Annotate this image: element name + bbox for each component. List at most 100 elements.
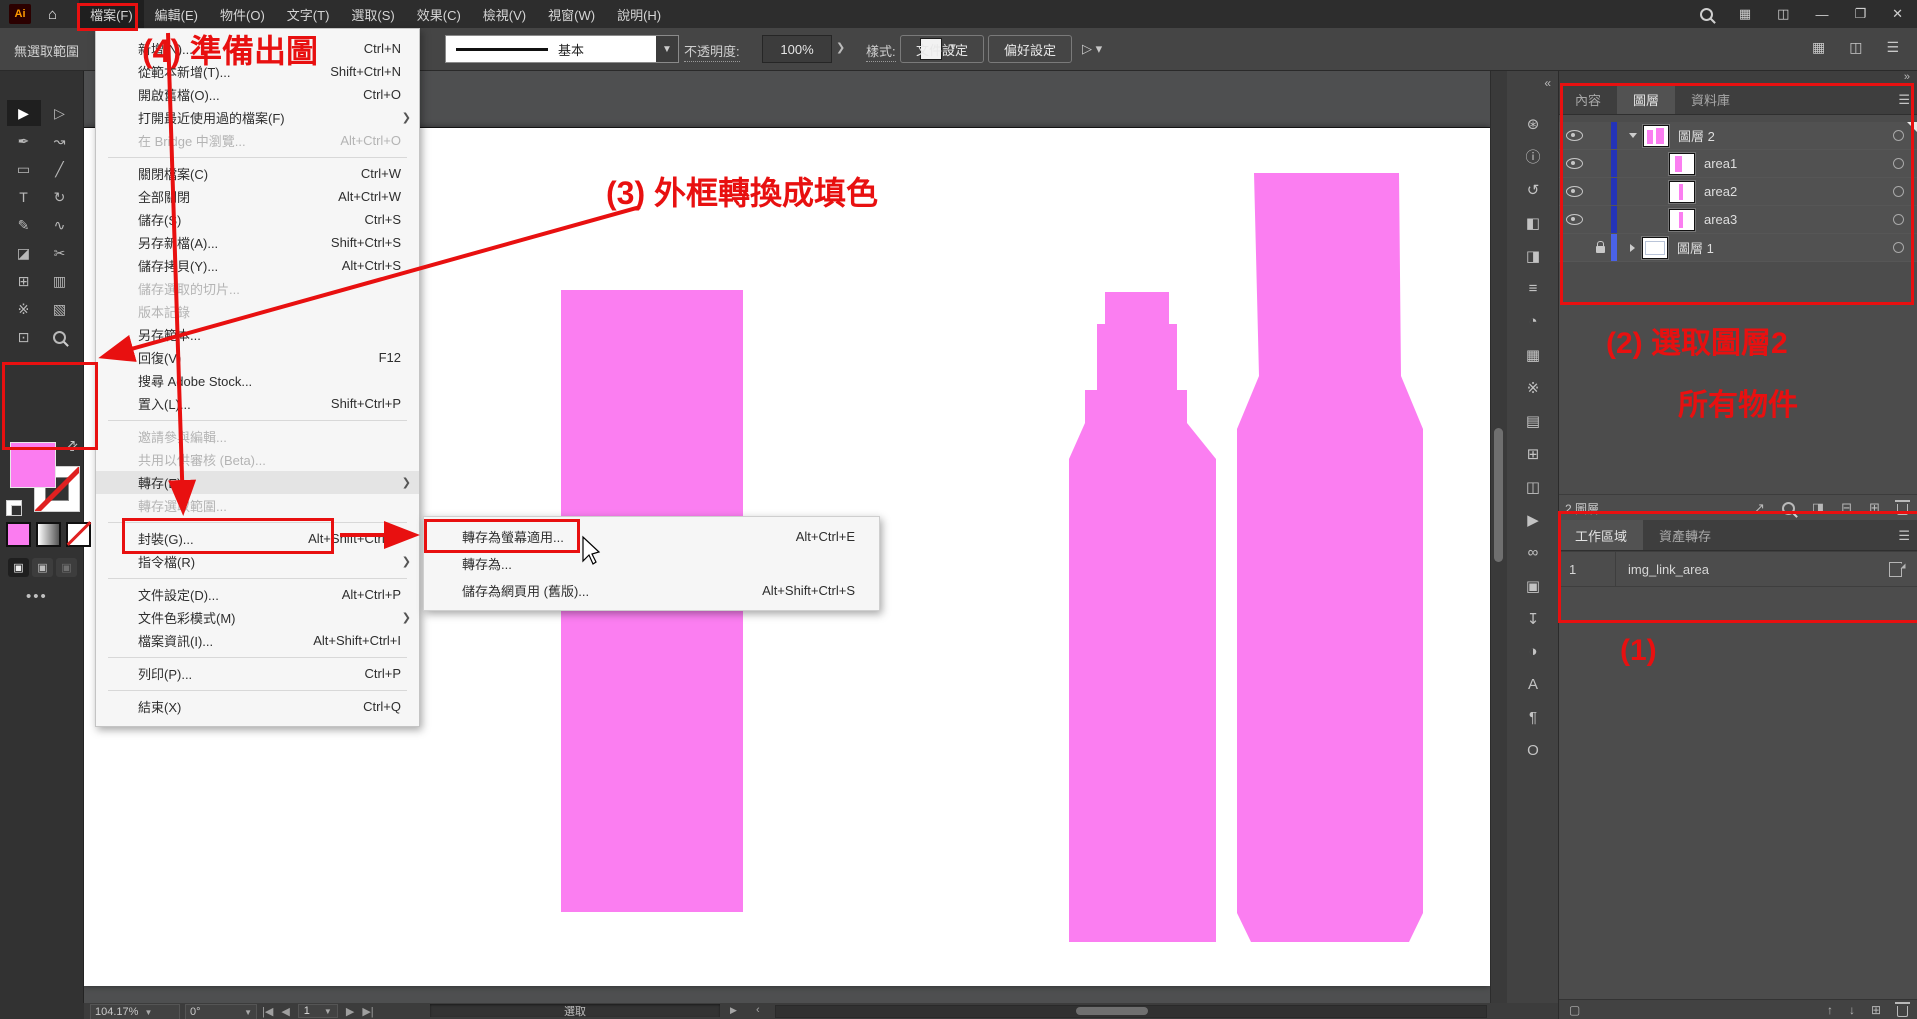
scroll-left-icon[interactable]: ‹ bbox=[756, 1004, 760, 1016]
symbols-icon[interactable]: ※ bbox=[1516, 378, 1550, 397]
layer-thumbnail[interactable] bbox=[1642, 237, 1668, 259]
layer-thumbnail[interactable] bbox=[1669, 181, 1695, 203]
play-icon[interactable]: ▶ bbox=[730, 1005, 737, 1016]
default-fill-stroke-icon[interactable] bbox=[6, 500, 22, 516]
file-menu-item[interactable]: 儲存拷貝(Y)...Alt+Ctrl+S bbox=[96, 254, 419, 277]
asset-export-icon[interactable]: ↧ bbox=[1516, 609, 1550, 628]
color-button[interactable] bbox=[6, 522, 31, 547]
none-button[interactable] bbox=[66, 522, 91, 547]
chevron-right-icon[interactable] bbox=[1630, 244, 1635, 252]
vertical-scrollbar-thumb[interactable] bbox=[1494, 428, 1503, 562]
menubar-item[interactable]: 選取(S) bbox=[340, 0, 405, 28]
pathfinder-icon[interactable]: ◫ bbox=[1516, 477, 1550, 496]
first-artboard-icon[interactable]: |◀ bbox=[262, 1005, 273, 1018]
menubar-item[interactable]: 視窗(W) bbox=[537, 0, 606, 28]
transform-icon[interactable]: ⊞ bbox=[1516, 444, 1550, 463]
file-menu-item[interactable]: 封裝(G)...Alt+Shift+Ctrl+P bbox=[96, 527, 419, 550]
delete-layer-icon[interactable] bbox=[1897, 504, 1908, 515]
eraser-tool[interactable]: ◪ bbox=[7, 240, 41, 266]
opacity-input[interactable]: 100% bbox=[762, 35, 832, 63]
zoom-tool[interactable] bbox=[43, 324, 77, 350]
file-menu-item[interactable]: 另存範本... bbox=[96, 323, 419, 346]
layer-row[interactable]: area2 bbox=[1559, 178, 1917, 206]
layer-thumbnail[interactable] bbox=[1643, 125, 1669, 147]
color-icon[interactable]: ◧ bbox=[1516, 213, 1550, 232]
menubar-item[interactable]: 檢視(V) bbox=[472, 0, 537, 28]
file-menu-item[interactable]: 儲存(S)Ctrl+S bbox=[96, 208, 419, 231]
align-icon[interactable]: ▤ bbox=[1516, 411, 1550, 430]
close-icon[interactable]: ✕ bbox=[1892, 6, 1903, 22]
rotation-dropdown[interactable]: 0°▼ bbox=[185, 1004, 257, 1019]
rotate-tool[interactable]: ↻ bbox=[43, 184, 77, 210]
artboard-name[interactable]: img_link_area bbox=[1628, 562, 1889, 577]
menubar-item[interactable]: 效果(C) bbox=[406, 0, 472, 28]
collapse-icon[interactable]: « bbox=[1544, 76, 1551, 90]
new-sublayer-icon[interactable]: ⊟ bbox=[1841, 500, 1852, 516]
tab-資料庫[interactable]: 資料庫 bbox=[1675, 84, 1746, 114]
layer-name[interactable]: 圖層 2 bbox=[1678, 126, 1893, 145]
layout-icon[interactable]: ◫ bbox=[1849, 39, 1862, 56]
file-menu-item[interactable]: 全部關閉Alt+Ctrl+W bbox=[96, 185, 419, 208]
file-menu-item[interactable]: 結束(X)Ctrl+Q bbox=[96, 695, 419, 718]
layer-row[interactable]: area3 bbox=[1559, 206, 1917, 234]
search-icon[interactable] bbox=[1700, 8, 1713, 21]
opacity-label[interactable]: 不透明度: bbox=[684, 41, 740, 62]
fit-icon[interactable]: ▢ bbox=[1569, 1003, 1580, 1017]
file-menu-item[interactable]: 置入(L)...Shift+Ctrl+P bbox=[96, 392, 419, 415]
layer-name[interactable]: area1 bbox=[1704, 156, 1893, 171]
home-icon[interactable]: ⌂ bbox=[48, 6, 57, 23]
next-artboard-icon[interactable]: ▶ bbox=[346, 1005, 354, 1018]
document-setup-button[interactable]: 文件設定 bbox=[900, 35, 984, 63]
swap-fill-stroke-icon[interactable]: ⇄ bbox=[63, 436, 82, 455]
visibility-eye-icon[interactable] bbox=[1566, 214, 1583, 225]
target-circle-icon[interactable] bbox=[1893, 130, 1904, 141]
layer-row[interactable]: area1 bbox=[1559, 150, 1917, 178]
horizontal-scrollbar-thumb[interactable] bbox=[1076, 1007, 1148, 1015]
artboard-tool[interactable]: ⊡ bbox=[7, 324, 41, 350]
file-menu-item[interactable]: 文件色彩模式(M)❯ bbox=[96, 606, 419, 629]
actions-icon[interactable]: ▶ bbox=[1516, 510, 1550, 529]
tab-資產轉存[interactable]: 資產轉存 bbox=[1643, 520, 1727, 550]
target-circle-icon[interactable] bbox=[1893, 214, 1904, 225]
info-icon[interactable]: ⓘ bbox=[1516, 147, 1550, 166]
collect-for-export-icon[interactable]: ↗ bbox=[1754, 500, 1765, 516]
new-layer-icon[interactable]: ⊞ bbox=[1869, 500, 1880, 516]
new-artboard-icon[interactable]: ⊞ bbox=[1871, 1003, 1881, 1017]
style-label[interactable]: 樣式: bbox=[866, 41, 896, 62]
restore-icon[interactable]: ❐ bbox=[1854, 6, 1866, 22]
target-circle-icon[interactable] bbox=[1893, 158, 1904, 169]
layer-row[interactable]: 圖層 1 bbox=[1559, 234, 1917, 262]
file-menu-item[interactable]: 檔案資訊(I)...Alt+Shift+Ctrl+I bbox=[96, 629, 419, 652]
file-menu-item[interactable]: 列印(P)...Ctrl+P bbox=[96, 662, 419, 685]
artboards-icon[interactable]: ▣ bbox=[1516, 576, 1550, 595]
file-menu-item[interactable]: 搜尋 Adobe Stock... bbox=[96, 369, 419, 392]
minimize-icon[interactable]: — bbox=[1815, 7, 1828, 22]
opacity-stepper-icon[interactable]: ❯ bbox=[836, 41, 845, 54]
selection-tool[interactable]: ▶ bbox=[7, 100, 41, 126]
target-circle-icon[interactable] bbox=[1893, 186, 1904, 197]
file-menu-item[interactable]: 指令檔(R)❯ bbox=[96, 550, 419, 573]
pen-tool[interactable]: ✒ bbox=[7, 128, 41, 154]
locate-object-icon[interactable] bbox=[1782, 502, 1795, 515]
layer-name[interactable]: 圖層 1 bbox=[1677, 238, 1893, 257]
layer-name[interactable]: area3 bbox=[1704, 212, 1893, 227]
grid-icon[interactable]: ▦ bbox=[1812, 39, 1825, 56]
menubar-item[interactable]: 物件(O) bbox=[209, 0, 276, 28]
draw-behind-mode[interactable]: ▣ bbox=[32, 558, 53, 577]
file-menu-item[interactable]: 轉存(E)❯ bbox=[96, 471, 419, 494]
line-segment-tool[interactable]: ╱ bbox=[43, 156, 77, 182]
draw-normal-mode[interactable]: ▣ bbox=[8, 558, 29, 577]
export-submenu-item[interactable]: 轉存為... bbox=[424, 550, 879, 577]
symbol-sprayer-tool[interactable]: ※ bbox=[7, 296, 41, 322]
lock-icon[interactable] bbox=[1596, 246, 1605, 253]
edit-toolbar-icon[interactable]: ••• bbox=[26, 588, 48, 605]
transparency-icon[interactable]: ◑ bbox=[1516, 642, 1550, 661]
file-menu-item[interactable]: 關閉檔案(C)Ctrl+W bbox=[96, 162, 419, 185]
stroke-icon[interactable]: ≡ bbox=[1516, 279, 1550, 298]
swatches-icon[interactable]: ▦ bbox=[1516, 345, 1550, 364]
file-menu-item[interactable]: 新增(N)...Ctrl+N bbox=[96, 37, 419, 60]
version-history-icon[interactable]: ↺ bbox=[1516, 180, 1550, 199]
layer-row[interactable]: 圖層 2 bbox=[1559, 122, 1917, 150]
visibility-eye-icon[interactable] bbox=[1566, 186, 1583, 197]
artboard-page-icon[interactable] bbox=[1889, 562, 1902, 577]
